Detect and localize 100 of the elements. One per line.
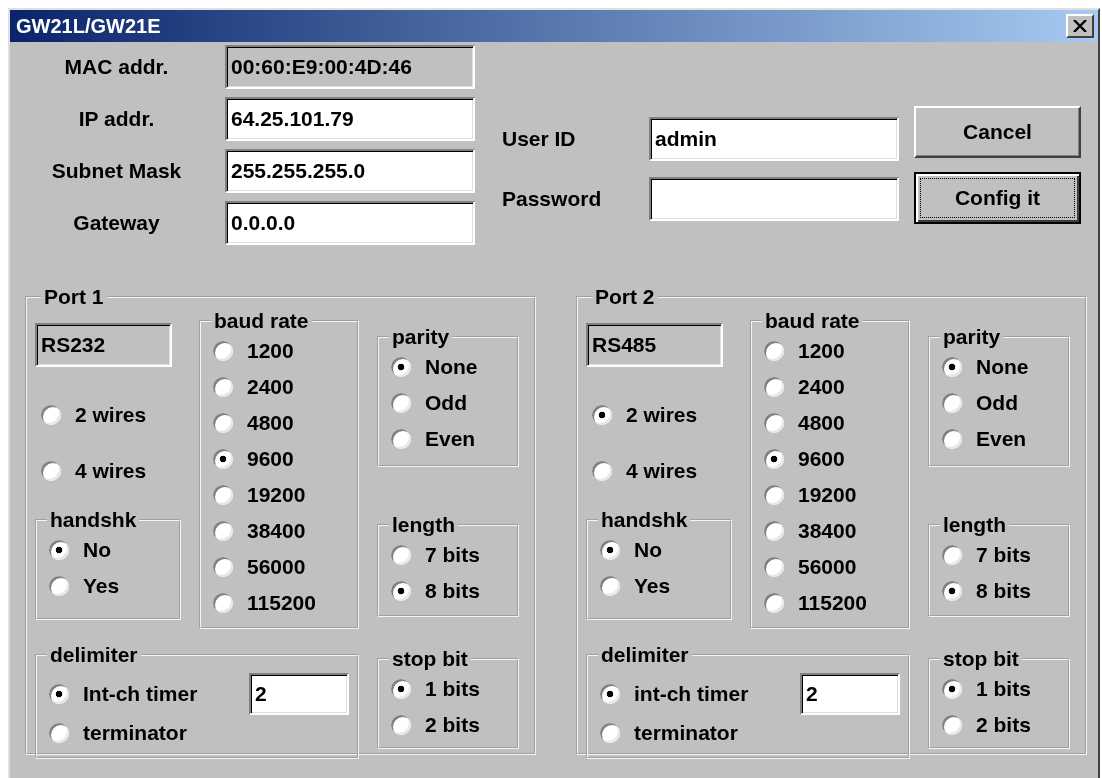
radio-icon[interactable] (391, 715, 411, 735)
radio-option[interactable]: 115200 (758, 591, 867, 615)
radio-option[interactable]: 1200 (758, 339, 845, 363)
radio-option[interactable]: 1 bits (385, 677, 480, 701)
radio-option[interactable]: 1 bits (936, 677, 1031, 701)
radio-option[interactable]: 2 wires (35, 403, 147, 427)
radio-option[interactable]: 9600 (758, 447, 845, 471)
radio-option[interactable]: 4 wires (35, 459, 147, 483)
timer-field[interactable]: 2 (800, 673, 900, 715)
radio-option[interactable]: 115200 (207, 591, 316, 615)
radio-icon[interactable] (391, 581, 411, 601)
radio-icon[interactable] (764, 377, 784, 397)
group-label: delimiter (600, 643, 690, 667)
radio-option[interactable]: Odd (385, 391, 467, 415)
timer-field[interactable]: 2 (249, 673, 349, 715)
radio-option[interactable]: 4 wires (586, 459, 698, 483)
radio-option[interactable]: 1200 (207, 339, 294, 363)
field-label: IP addr. (77, 107, 156, 131)
radio-option[interactable]: 38400 (758, 519, 857, 543)
radio-option[interactable]: Yes (594, 574, 671, 598)
radio-icon[interactable] (942, 715, 962, 735)
radio-option[interactable]: Even (936, 427, 1027, 451)
radio-icon[interactable] (764, 593, 784, 613)
radio-option[interactable]: 38400 (207, 519, 306, 543)
radio-icon[interactable] (764, 413, 784, 433)
group-label: stop bit (942, 647, 1020, 671)
radio-icon[interactable] (49, 723, 69, 743)
address-field[interactable]: 0.0.0.0 (225, 201, 475, 245)
address-field[interactable]: 255.255.255.0 (225, 149, 475, 193)
user-id-field[interactable]: admin (649, 117, 899, 161)
radio-icon[interactable] (213, 449, 233, 469)
radio-option[interactable]: 2400 (758, 375, 845, 399)
radio-option[interactable]: Odd (936, 391, 1018, 415)
interface-field[interactable]: RS485 (586, 323, 723, 367)
radio-option[interactable]: Even (385, 427, 476, 451)
radio-icon[interactable] (391, 679, 411, 699)
radio-icon[interactable] (49, 576, 69, 596)
radio-option[interactable]: 2 bits (385, 713, 480, 737)
radio-icon[interactable] (764, 341, 784, 361)
radio-icon[interactable] (942, 393, 962, 413)
radio-option[interactable]: 4800 (758, 411, 845, 435)
radio-option[interactable]: 19200 (758, 483, 857, 507)
radio-icon[interactable] (764, 485, 784, 505)
radio-icon[interactable] (213, 485, 233, 505)
close-button[interactable] (1066, 14, 1094, 38)
radio-icon[interactable] (592, 405, 612, 425)
radio-option[interactable]: None (385, 355, 478, 379)
radio-option[interactable]: int-ch timer (594, 682, 749, 706)
radio-icon[interactable] (49, 540, 69, 560)
radio-icon[interactable] (213, 341, 233, 361)
radio-option[interactable]: 2400 (207, 375, 294, 399)
radio-icon[interactable] (942, 679, 962, 699)
radio-option[interactable]: 8 bits (936, 579, 1031, 603)
radio-icon[interactable] (600, 576, 620, 596)
radio-icon[interactable] (213, 593, 233, 613)
radio-icon[interactable] (213, 377, 233, 397)
radio-option[interactable]: 19200 (207, 483, 306, 507)
radio-icon[interactable] (600, 684, 620, 704)
radio-icon[interactable] (764, 449, 784, 469)
radio-icon[interactable] (391, 545, 411, 565)
radio-icon[interactable] (49, 684, 69, 704)
radio-icon[interactable] (41, 461, 61, 481)
radio-icon[interactable] (213, 521, 233, 541)
radio-icon[interactable] (942, 429, 962, 449)
password-field[interactable] (649, 177, 899, 221)
radio-option[interactable]: terminator (43, 721, 187, 745)
radio-option[interactable]: terminator (594, 721, 738, 745)
dialog-button[interactable]: Cancel (914, 106, 1081, 158)
radio-icon[interactable] (213, 413, 233, 433)
radio-icon[interactable] (942, 581, 962, 601)
radio-option[interactable]: 7 bits (936, 543, 1031, 567)
radio-icon[interactable] (391, 393, 411, 413)
radio-option[interactable]: Int-ch timer (43, 682, 198, 706)
radio-option[interactable]: 7 bits (385, 543, 480, 567)
radio-icon[interactable] (764, 521, 784, 541)
radio-icon[interactable] (764, 557, 784, 577)
interface-field[interactable]: RS232 (35, 323, 172, 367)
radio-option[interactable]: 56000 (758, 555, 857, 579)
radio-icon[interactable] (213, 557, 233, 577)
radio-icon[interactable] (391, 429, 411, 449)
radio-option[interactable]: 2 bits (936, 713, 1031, 737)
radio-icon[interactable] (600, 540, 620, 560)
radio-icon[interactable] (942, 545, 962, 565)
address-field[interactable]: 64.25.101.79 (225, 97, 475, 141)
radio-icon[interactable] (600, 723, 620, 743)
radio-icon[interactable] (592, 461, 612, 481)
dialog-button[interactable]: Config it (914, 172, 1081, 224)
radio-option[interactable]: 8 bits (385, 579, 480, 603)
radio-option[interactable]: 9600 (207, 447, 294, 471)
radio-option[interactable]: None (936, 355, 1029, 379)
radio-option[interactable]: Yes (43, 574, 120, 598)
radio-icon[interactable] (391, 357, 411, 377)
radio-icon[interactable] (41, 405, 61, 425)
radio-option[interactable]: No (594, 538, 662, 562)
radio-option[interactable]: 2 wires (586, 403, 698, 427)
radio-option[interactable]: No (43, 538, 111, 562)
field-label: Subnet Mask (50, 159, 183, 183)
radio-option[interactable]: 56000 (207, 555, 306, 579)
radio-option[interactable]: 4800 (207, 411, 294, 435)
radio-icon[interactable] (942, 357, 962, 377)
